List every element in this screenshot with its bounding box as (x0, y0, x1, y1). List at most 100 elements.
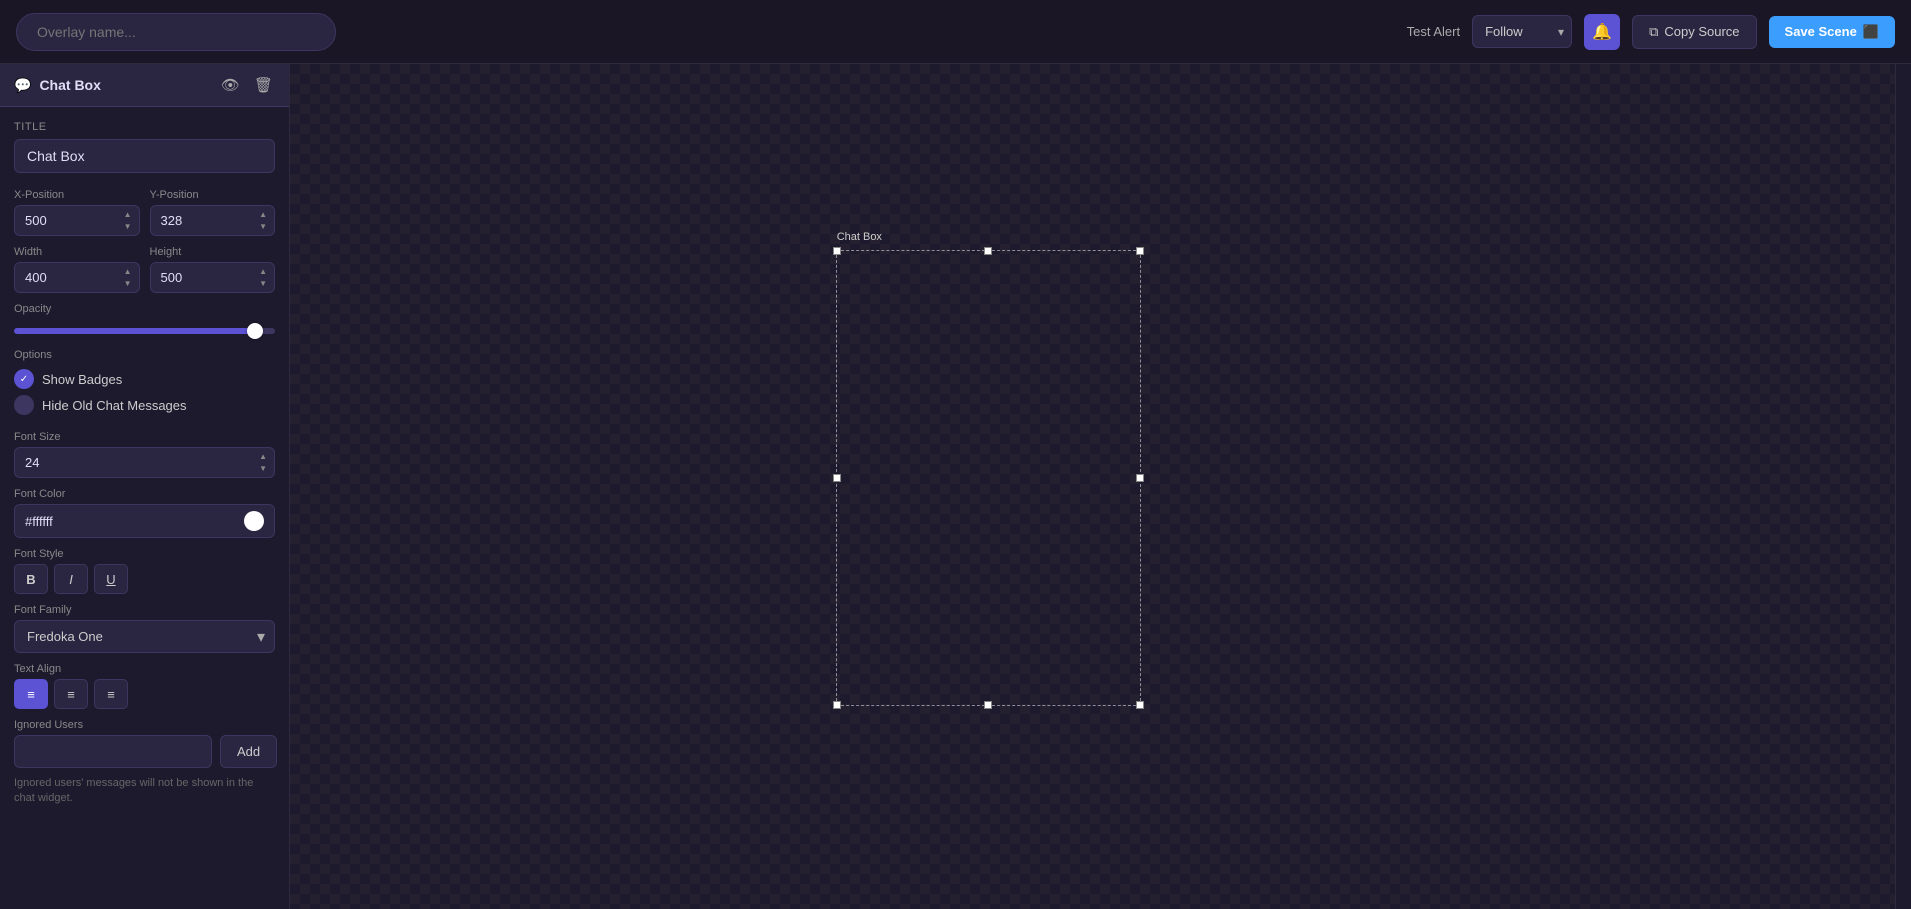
height-down[interactable]: ▼ (258, 278, 268, 290)
hide-old-chat-option: Hide Old Chat Messages (14, 395, 275, 415)
sidebar-header: 💬 Chat Box 👁 🗑 (0, 64, 289, 107)
width-arrows: ▲ ▼ (117, 264, 139, 291)
height-up[interactable]: ▲ (258, 266, 268, 278)
x-position-input-wrapper: ▲ ▼ (14, 205, 140, 236)
x-position-down[interactable]: ▼ (123, 221, 133, 233)
options-label: Options (14, 349, 275, 361)
width-label: Width (14, 246, 140, 258)
font-color-value: #ffffff (25, 514, 236, 529)
y-position-arrows: ▲ ▼ (252, 207, 274, 234)
resize-handle-tr[interactable] (1136, 247, 1144, 255)
y-position-up[interactable]: ▲ (258, 209, 268, 221)
copy-icon: ⧉ (1649, 24, 1658, 40)
notify-button[interactable]: 🔔 (1584, 14, 1620, 50)
show-badges-toggle[interactable]: ✓ (14, 369, 34, 389)
ignored-users-section: Ignored Users Add Ignored users' message… (0, 709, 289, 807)
canvas-area: Chat Box (290, 64, 1895, 909)
options-section: Options ✓ Show Badges Hide Old Chat Mess… (0, 339, 289, 415)
canvas-element-label: Chat Box (837, 231, 882, 243)
title-section: Title (0, 107, 289, 179)
chat-icon: 💬 (14, 77, 31, 94)
font-family-section: Font Family Fredoka One Arial Roboto Ope… (0, 594, 289, 653)
copy-source-button[interactable]: ⧉ Copy Source (1632, 15, 1756, 49)
width-down[interactable]: ▼ (123, 278, 133, 290)
resize-handle-tl[interactable] (833, 247, 841, 255)
align-right-button[interactable]: ≡ (94, 679, 128, 709)
resize-handle-bl[interactable] (833, 701, 841, 709)
underline-button[interactable]: U (94, 564, 128, 594)
ignored-input-row: Add (14, 735, 275, 768)
follow-select-wrapper: Follow Subscribe Cheer Raid Donation (1472, 15, 1572, 48)
y-position-down[interactable]: ▼ (258, 221, 268, 233)
font-color-section: Font Color #ffffff (0, 478, 289, 538)
width-group: Width ▲ ▼ (14, 246, 140, 293)
eye-icon-button[interactable]: 👁 (219, 74, 242, 96)
resize-handle-tc[interactable] (984, 247, 992, 255)
hide-old-chat-toggle[interactable] (14, 395, 34, 415)
text-align-label: Text Align (14, 663, 275, 675)
font-size-arrows: ▲ ▼ (252, 449, 274, 476)
font-size-input[interactable] (15, 448, 252, 477)
chat-box-element[interactable]: Chat Box (836, 250, 1141, 706)
y-position-group: Y-Position ▲ ▼ (150, 189, 276, 236)
x-position-arrows: ▲ ▼ (117, 207, 139, 234)
sidebar-title-text: Chat Box (39, 77, 100, 93)
color-circle (244, 511, 264, 531)
y-position-input[interactable] (151, 206, 253, 235)
sidebar: 💬 Chat Box 👁 🗑 Title X-Position ▲ ▼ (0, 64, 290, 909)
trash-icon-button[interactable]: 🗑 (252, 74, 275, 96)
text-align-section: Text Align ≡ ≡ ≡ (0, 653, 289, 709)
ignored-users-label: Ignored Users (14, 719, 275, 731)
opacity-slider[interactable] (14, 328, 275, 334)
sidebar-header-icons: 👁 🗑 (219, 74, 275, 96)
align-left-button[interactable]: ≡ (14, 679, 48, 709)
show-badges-label: Show Badges (42, 372, 122, 387)
save-scene-button[interactable]: Save Scene ⬛ (1769, 16, 1895, 48)
font-size-down[interactable]: ▼ (258, 463, 268, 475)
width-input-wrapper: ▲ ▼ (14, 262, 140, 293)
font-style-label: Font Style (14, 548, 275, 560)
font-family-select[interactable]: Fredoka One Arial Roboto Open Sans Monts… (14, 620, 275, 653)
align-center-button[interactable]: ≡ (54, 679, 88, 709)
font-size-label: Font Size (14, 431, 275, 443)
bold-button[interactable]: B (14, 564, 48, 594)
resize-handle-ml[interactable] (833, 474, 841, 482)
resize-handle-bc[interactable] (984, 701, 992, 709)
height-arrows: ▲ ▼ (252, 264, 274, 291)
hide-old-chat-label: Hide Old Chat Messages (42, 398, 187, 413)
x-position-group: X-Position ▲ ▼ (14, 189, 140, 236)
font-style-buttons: B I U (14, 564, 275, 594)
title-input[interactable] (14, 139, 275, 173)
height-label: Height (150, 246, 276, 258)
show-badges-option: ✓ Show Badges (14, 369, 275, 389)
resize-handle-mr[interactable] (1136, 474, 1144, 482)
font-color-input-wrapper[interactable]: #ffffff (14, 504, 275, 538)
font-color-label: Font Color (14, 488, 275, 500)
title-label: Title (14, 121, 275, 133)
ignored-user-input[interactable] (14, 735, 212, 768)
copy-source-label: Copy Source (1664, 24, 1739, 39)
height-input-wrapper: ▲ ▼ (150, 262, 276, 293)
save-icon: ⬛ (1863, 24, 1879, 40)
ignored-info-text: Ignored users' messages will not be show… (14, 776, 275, 807)
font-style-section: Font Style B I U (0, 538, 289, 594)
font-size-up[interactable]: ▲ (258, 451, 268, 463)
italic-button[interactable]: I (54, 564, 88, 594)
x-position-input[interactable] (15, 206, 117, 235)
opacity-section: Opacity (0, 293, 289, 339)
font-size-section: Font Size ▲ ▼ (0, 421, 289, 478)
width-input[interactable] (15, 263, 117, 292)
font-family-label: Font Family (14, 604, 275, 616)
follow-select[interactable]: Follow Subscribe Cheer Raid Donation (1472, 15, 1572, 48)
y-position-input-wrapper: ▲ ▼ (150, 205, 276, 236)
width-up[interactable]: ▲ (123, 266, 133, 278)
overlay-name-input[interactable] (16, 13, 336, 51)
test-alert-label: Test Alert (1407, 24, 1460, 39)
height-input[interactable] (151, 263, 253, 292)
x-position-up[interactable]: ▲ (123, 209, 133, 221)
resize-handle-br[interactable] (1136, 701, 1144, 709)
position-row: X-Position ▲ ▼ Y-Position ▲ ▼ (0, 179, 289, 236)
add-ignored-user-button[interactable]: Add (220, 735, 277, 768)
font-size-input-wrapper: ▲ ▼ (14, 447, 275, 478)
text-align-buttons: ≡ ≡ ≡ (14, 679, 275, 709)
